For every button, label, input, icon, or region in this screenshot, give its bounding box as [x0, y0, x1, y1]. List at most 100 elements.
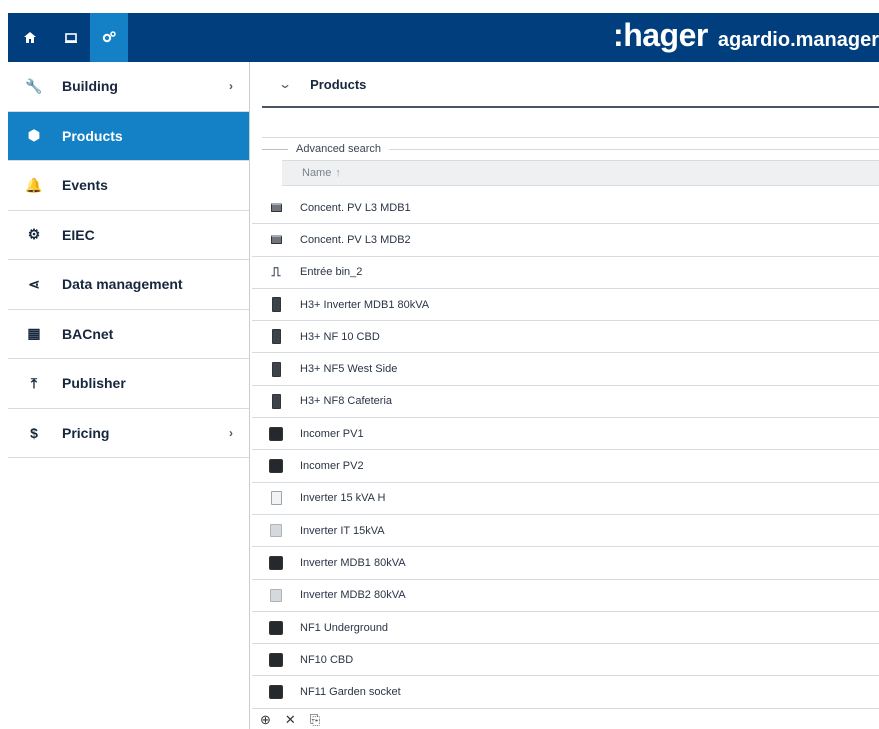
product-name: H3+ NF8 Cafeteria	[300, 395, 393, 408]
product-name: NF10 CBD	[300, 653, 354, 666]
table-row[interactable]: H3+ NF8 Cafeteria	[252, 386, 879, 419]
column-header-label: Name	[302, 167, 332, 179]
product-type-icon	[252, 361, 300, 377]
brand: :hager agardio.manager	[613, 13, 879, 62]
device-icon	[269, 620, 283, 635]
product-type-icon	[252, 491, 300, 506]
device-icon	[270, 588, 282, 602]
bacnet-icon: ▦	[27, 325, 41, 342]
table-row[interactable]: Inverter MDB1 80kVA	[252, 547, 879, 580]
product-name: Inverter IT 15kVA	[300, 524, 385, 537]
sidebar-item-label: Events	[62, 177, 108, 194]
product-name: H3+ NF5 West Side	[300, 363, 398, 376]
bell-icon: 🔔	[25, 176, 43, 193]
sidebar-item-label: Products	[62, 127, 123, 144]
delete-icon[interactable]: ✕	[285, 712, 296, 728]
product-type-icon: ⎍	[252, 264, 300, 280]
list-toolbar: ⊕ ✕ ⎘	[260, 711, 320, 729]
hager-logo: :hager	[613, 17, 708, 53]
sort-ascending-icon: ↑	[335, 167, 341, 179]
sidebar-item-data-management[interactable]: ⋖ Data management	[8, 260, 249, 310]
column-header-name[interactable]: Name ↑	[282, 160, 879, 186]
home-button[interactable]	[8, 13, 52, 62]
chevron-down-icon: ⌄	[277, 77, 293, 91]
advanced-search-toggle[interactable]: Advanced search	[252, 138, 879, 160]
table-row[interactable]: H3+ NF5 West Side	[252, 353, 879, 386]
product-type-icon	[252, 459, 300, 474]
product-name: Inverter 15 kVA H	[300, 492, 386, 505]
gears-icon: ⚙	[27, 226, 41, 243]
table-row[interactable]: ⎍ Entrée bin_2	[252, 257, 879, 289]
top-bar: :hager agardio.manager	[8, 13, 879, 62]
product-type-icon	[252, 426, 300, 441]
screen-button[interactable]	[52, 13, 90, 62]
upload-icon: ⤒	[30, 374, 38, 391]
product-name: NF11 Garden socket	[300, 686, 401, 699]
table-row[interactable]: Concent. PV L3 MDB2	[252, 224, 879, 257]
binary-input-icon: ⎍	[271, 264, 281, 280]
section-title: Products	[310, 76, 367, 92]
product-type-icon	[252, 555, 300, 570]
sidebar-item-products[interactable]: ⬢ Products	[8, 111, 249, 161]
sidebar-item-label: Building	[62, 78, 118, 95]
chevron-right-icon: ›	[229, 425, 233, 440]
device-icon	[269, 426, 283, 441]
table-row[interactable]: NF1 Underground	[252, 612, 879, 645]
device-icon	[271, 297, 281, 313]
table-row[interactable]: H3+ NF 10 CBD	[252, 321, 879, 354]
cube-icon: ⬢	[27, 127, 41, 144]
sidebar-item-bacnet[interactable]: ▦ BACnet	[8, 310, 249, 359]
table-row[interactable]: NF10 CBD	[252, 644, 879, 677]
add-icon[interactable]: ⊕	[260, 712, 271, 728]
device-icon	[270, 524, 282, 538]
device-icon	[269, 685, 283, 700]
product-name: Inverter MDB1 80kVA	[300, 556, 406, 569]
device-icon	[271, 361, 281, 377]
product-type-icon	[252, 203, 300, 213]
sidebar-item-building[interactable]: 🔧 Building ›	[8, 62, 249, 112]
products-section-header[interactable]: ⌄ Products	[262, 62, 879, 108]
chevron-right-icon: ›	[229, 79, 233, 94]
divider	[262, 148, 288, 150]
product-name: Concent. PV L3 MDB1	[300, 201, 411, 214]
device-icon	[271, 393, 281, 409]
dollar-icon: $	[30, 424, 38, 441]
search-bar[interactable]	[262, 108, 879, 138]
home-icon	[24, 30, 36, 46]
sidebar-item-publisher[interactable]: ⤒ Publisher	[8, 359, 249, 409]
advanced-search-label: Advanced search	[296, 143, 381, 155]
device-icon	[269, 652, 283, 667]
table-row[interactable]: Inverter 15 kVA H	[252, 483, 879, 515]
device-icon	[270, 235, 282, 245]
copy-icon[interactable]: ⎘	[310, 712, 320, 728]
product-name: NF1 Underground	[300, 621, 389, 634]
product-type-icon	[252, 524, 300, 538]
table-row[interactable]: Incomer PV1	[252, 418, 879, 451]
sidebar-item-label: Pricing	[62, 424, 110, 441]
device-icon	[270, 491, 282, 506]
sidebar-item-pricing[interactable]: $ Pricing ›	[8, 409, 249, 458]
table-row[interactable]: Incomer PV2	[252, 450, 879, 483]
product-type-icon	[252, 329, 300, 345]
product-type-icon	[252, 620, 300, 635]
product-type-icon	[252, 652, 300, 667]
device-icon	[271, 329, 281, 345]
product-name: Entrée bin_2	[300, 266, 363, 279]
product-name: Concent. PV L3 MDB2	[300, 233, 411, 246]
table-row[interactable]: Concent. PV L3 MDB1	[252, 192, 879, 225]
table-row[interactable]: NF11 Garden socket	[252, 676, 879, 709]
sidebar-item-eiec[interactable]: ⚙ EIEC	[8, 211, 249, 260]
sidebar-item-events[interactable]: 🔔 Events	[8, 161, 249, 211]
device-icon	[269, 459, 283, 474]
table-row[interactable]: H3+ Inverter MDB1 80kVA	[252, 289, 879, 322]
table-row[interactable]: Inverter IT 15kVA	[252, 515, 879, 548]
wrench-icon: 🔧	[25, 77, 43, 94]
app-name: agardio.manager	[717, 29, 879, 51]
product-name: Incomer PV1	[300, 427, 364, 440]
settings-button[interactable]	[90, 13, 128, 62]
product-name: Inverter MDB2 80kVA	[300, 589, 406, 602]
sidebar-item-label: EIEC	[62, 226, 95, 243]
device-icon	[270, 203, 282, 213]
gears-icon	[102, 30, 116, 46]
table-row[interactable]: Inverter MDB2 80kVA	[252, 580, 879, 612]
